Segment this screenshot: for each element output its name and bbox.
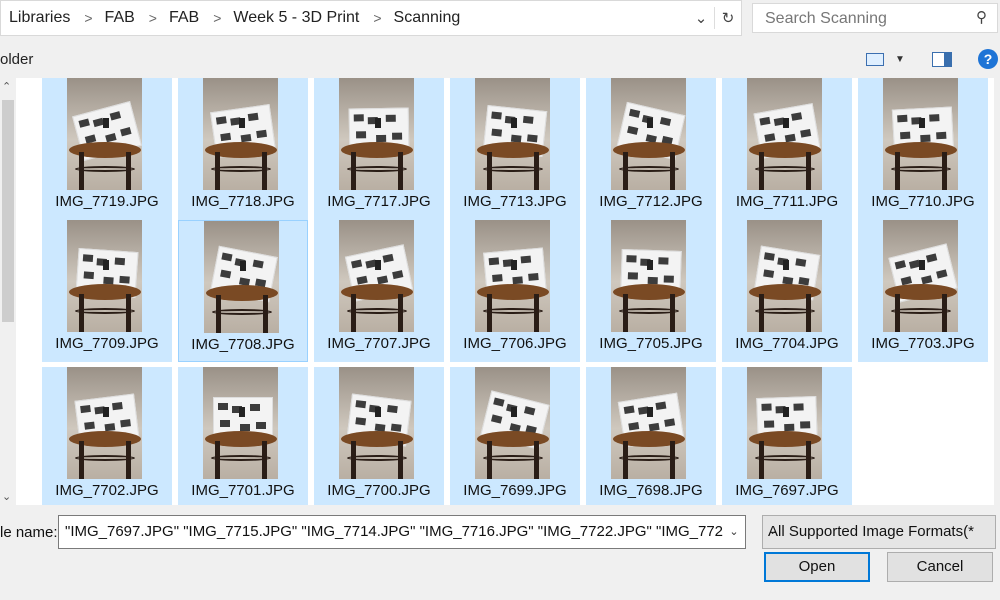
file-item[interactable]: IMG_7710.JPG: [858, 78, 988, 220]
help-icon[interactable]: ?: [978, 48, 998, 70]
image-thumbnail[interactable]: [204, 221, 279, 333]
file-name-label: IMG_7700.JPG: [327, 482, 431, 499]
file-name-label: IMG_7712.JPG: [599, 193, 703, 210]
toolbar: older ▼ ?: [0, 40, 1000, 78]
search-icon[interactable]: ⚲: [976, 8, 987, 26]
file-name-label: le name:: [0, 524, 58, 541]
file-item[interactable]: IMG_7703.JPG: [858, 220, 988, 362]
image-thumbnail[interactable]: [747, 367, 822, 479]
file-item[interactable]: IMG_7711.JPG: [722, 78, 852, 220]
cancel-button[interactable]: Cancel: [887, 552, 993, 582]
right-scrollbar[interactable]: [994, 78, 1000, 505]
file-name-label: IMG_7708.JPG: [191, 336, 295, 353]
file-name-label: IMG_7706.JPG: [463, 335, 567, 352]
open-button[interactable]: Open: [764, 552, 870, 582]
address-bar[interactable]: Libraries > FAB > FAB > Week 5 - 3D Prin…: [0, 0, 742, 36]
chevron-right-icon[interactable]: >: [359, 10, 393, 26]
file-name-field[interactable]: "IMG_7697.JPG" "IMG_7715.JPG" "IMG_7714.…: [58, 515, 746, 549]
file-item[interactable]: IMG_7698.JPG: [586, 367, 716, 505]
file-name-label: IMG_7717.JPG: [327, 193, 431, 210]
image-thumbnail[interactable]: [67, 220, 142, 332]
chevron-right-icon[interactable]: >: [70, 10, 104, 26]
breadcrumb-item[interactable]: FAB: [105, 9, 135, 27]
new-folder-button[interactable]: older: [0, 51, 33, 68]
chevron-down-icon[interactable]: ⌄: [723, 516, 745, 548]
file-name-label: IMG_7703.JPG: [871, 335, 975, 352]
change-view-icon[interactable]: [866, 48, 884, 70]
chevron-right-icon[interactable]: >: [135, 10, 169, 26]
image-thumbnail[interactable]: [67, 367, 142, 479]
file-name-label: IMG_7709.JPG: [55, 335, 159, 352]
image-thumbnail[interactable]: [475, 367, 550, 479]
file-item[interactable]: IMG_7718.JPG: [178, 78, 308, 220]
file-name-label: IMG_7719.JPG: [55, 193, 159, 210]
file-name-label: IMG_7711.JPG: [735, 193, 839, 210]
file-item[interactable]: IMG_7704.JPG: [722, 220, 852, 362]
file-name-label: IMG_7702.JPG: [55, 482, 159, 499]
file-item[interactable]: IMG_7719.JPG: [42, 78, 172, 220]
file-item[interactable]: IMG_7707.JPG: [314, 220, 444, 362]
image-thumbnail[interactable]: [67, 78, 142, 190]
file-item[interactable]: IMG_7705.JPG: [586, 220, 716, 362]
file-item[interactable]: IMG_7708.JPG: [178, 220, 308, 362]
dialog-footer: le name: "IMG_7697.JPG" "IMG_7715.JPG" "…: [0, 505, 1000, 600]
file-name-label: IMG_7707.JPG: [327, 335, 431, 352]
file-name-label: IMG_7701.JPG: [191, 482, 295, 499]
image-thumbnail[interactable]: [475, 220, 550, 332]
file-name-label: IMG_7705.JPG: [599, 335, 703, 352]
file-item[interactable]: IMG_7706.JPG: [450, 220, 580, 362]
chevron-right-icon[interactable]: >: [199, 10, 233, 26]
image-thumbnail[interactable]: [475, 78, 550, 190]
file-item[interactable]: IMG_7712.JPG: [586, 78, 716, 220]
file-item[interactable]: IMG_7701.JPG: [178, 367, 308, 505]
image-thumbnail[interactable]: [203, 78, 278, 190]
file-name-label: IMG_7713.JPG: [463, 193, 567, 210]
image-thumbnail[interactable]: [611, 220, 686, 332]
image-thumbnail[interactable]: [883, 78, 958, 190]
search-input[interactable]: [763, 5, 967, 33]
chevron-down-icon[interactable]: ⌄: [768, 524, 991, 537]
search-box[interactable]: ⚲: [752, 3, 998, 33]
scroll-down-icon[interactable]: ⌄: [2, 490, 11, 503]
file-name-label: IMG_7718.JPG: [191, 193, 295, 210]
breadcrumb-item[interactable]: Scanning: [394, 9, 461, 27]
file-item[interactable]: IMG_7699.JPG: [450, 367, 580, 505]
file-item[interactable]: IMG_7713.JPG: [450, 78, 580, 220]
image-thumbnail[interactable]: [339, 220, 414, 332]
breadcrumb-item[interactable]: FAB: [169, 9, 199, 27]
image-thumbnail[interactable]: [747, 220, 822, 332]
image-thumbnail[interactable]: [339, 367, 414, 479]
file-item[interactable]: IMG_7700.JPG: [314, 367, 444, 505]
history-dropdown-icon[interactable]: ⌄: [688, 9, 714, 27]
breadcrumb-item[interactable]: Libraries: [1, 9, 70, 27]
vertical-scrollbar[interactable]: ⌃ ⌄: [0, 78, 16, 505]
file-name-value[interactable]: "IMG_7697.JPG" "IMG_7715.JPG" "IMG_7714.…: [65, 523, 745, 540]
image-thumbnail[interactable]: [883, 220, 958, 332]
image-thumbnail[interactable]: [611, 367, 686, 479]
image-thumbnail[interactable]: [339, 78, 414, 190]
view-dropdown-icon[interactable]: ▼: [894, 48, 906, 70]
file-item[interactable]: IMG_7717.JPG: [314, 78, 444, 220]
file-item[interactable]: IMG_7702.JPG: [42, 367, 172, 505]
file-item[interactable]: IMG_7709.JPG: [42, 220, 172, 362]
image-thumbnail[interactable]: [747, 78, 822, 190]
file-type-select[interactable]: All Supported Image Formats(* ⌄: [762, 515, 996, 549]
image-thumbnail[interactable]: [203, 367, 278, 479]
image-thumbnail[interactable]: [611, 78, 686, 190]
file-name-label: IMG_7699.JPG: [463, 482, 567, 499]
breadcrumb-item[interactable]: Week 5 - 3D Print: [233, 9, 359, 27]
file-item[interactable]: IMG_7697.JPG: [722, 367, 852, 505]
file-name-label: IMG_7704.JPG: [735, 335, 839, 352]
preview-pane-icon[interactable]: [932, 48, 952, 70]
file-name-label: IMG_7697.JPG: [735, 482, 839, 499]
file-name-label: IMG_7710.JPG: [871, 193, 975, 210]
scrollbar-thumb[interactable]: [2, 100, 14, 322]
refresh-icon[interactable]: ↻: [715, 9, 741, 27]
file-list-pane[interactable]: ⌃ ⌄ IMG_7719.JPG IMG_7718.JPG IMG_7717.JPG…: [0, 78, 1000, 505]
scroll-up-icon[interactable]: ⌃: [2, 80, 11, 93]
file-name-label: IMG_7698.JPG: [599, 482, 703, 499]
